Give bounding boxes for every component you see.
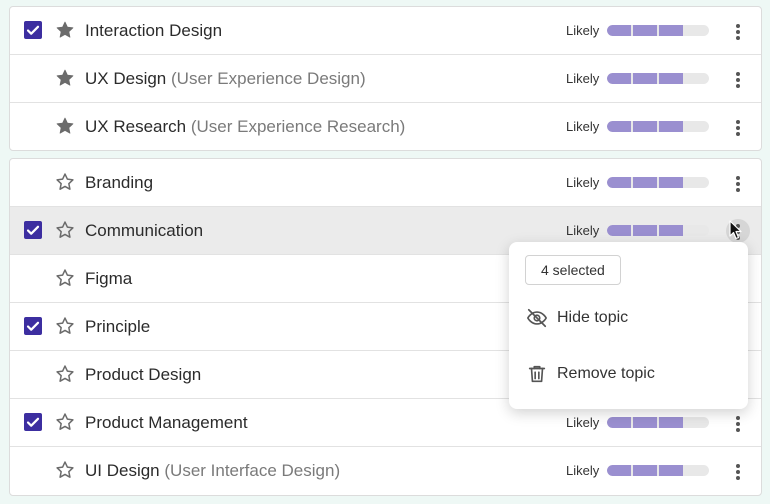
topic-name: Branding (85, 173, 153, 193)
row-checkbox[interactable] (24, 21, 42, 39)
strength-meter-segment (633, 25, 657, 36)
topic-name: Communication (85, 221, 203, 241)
mouse-pointer-icon (729, 220, 742, 240)
strength-label: Likely (566, 463, 600, 478)
strength-meter (607, 465, 709, 476)
strength-meter (607, 417, 709, 428)
more-options-icon[interactable] (726, 459, 750, 483)
more-options-icon[interactable] (726, 67, 750, 91)
star-filled-icon[interactable] (55, 68, 75, 88)
strength-label: Likely (566, 119, 600, 134)
strength-meter-segment (633, 417, 657, 428)
topic-name: UX Research (User Experience Research) (85, 117, 405, 137)
more-options-icon[interactable] (726, 19, 750, 43)
checkmark-icon (26, 225, 40, 235)
topic-title: Principle (85, 317, 151, 336)
strength-meter-segment (659, 225, 683, 236)
strength-meter-segment (607, 465, 631, 476)
strength-meter (607, 25, 709, 36)
strength-meter-segment (607, 121, 631, 132)
strength-meter-segment (659, 177, 683, 188)
star-filled-icon[interactable] (55, 116, 75, 136)
topic-group-starred: Interaction Design Likely UX Design (User … (9, 6, 762, 151)
strength-meter (607, 121, 709, 132)
topic-title: UX Research (85, 117, 187, 136)
star-outline-icon[interactable] (55, 172, 75, 192)
strength-meter (607, 177, 709, 188)
eye-off-icon (527, 308, 547, 328)
topic-name: Interaction Design (85, 21, 222, 41)
topic-title: Figma (85, 269, 133, 288)
strength-meter-segment (607, 225, 631, 236)
star-outline-icon[interactable] (55, 412, 75, 432)
checkmark-icon (26, 321, 40, 331)
checkmark-icon (26, 417, 40, 427)
row-checkbox[interactable] (24, 413, 42, 431)
star-outline-icon[interactable] (55, 316, 75, 336)
strength-meter (607, 225, 709, 236)
strength-meter-segment (659, 25, 683, 36)
remove-topic-label: Remove topic (557, 365, 655, 382)
topic-alias: (User Experience Design) (171, 69, 366, 88)
strength-meter-segment (659, 465, 683, 476)
star-outline-icon[interactable] (55, 220, 75, 240)
strength-meter-segment (607, 73, 631, 84)
topic-row[interactable]: UX Research (User Experience Research) Li… (10, 103, 761, 150)
strength-meter-segment (659, 121, 683, 132)
checkmark-icon (26, 25, 40, 35)
more-options-icon[interactable] (726, 411, 750, 435)
more-options-icon[interactable] (726, 115, 750, 139)
strength-meter-segment (607, 25, 631, 36)
star-outline-icon[interactable] (55, 460, 75, 480)
topic-row[interactable]: UI Design (User Interface Design) Likely (10, 447, 761, 495)
strength-label: Likely (566, 175, 600, 190)
topic-title: Branding (85, 173, 154, 192)
selected-count-badge: 4 selected (525, 255, 621, 285)
strength-meter-segment (607, 177, 631, 188)
strength-meter-segment (633, 73, 657, 84)
topic-title: UI Design (85, 461, 160, 480)
strength-label: Likely (566, 23, 600, 38)
strength-meter (607, 73, 709, 84)
strength-meter-segment (659, 73, 683, 84)
star-filled-icon[interactable] (55, 20, 75, 40)
topic-name: Principle (85, 317, 150, 337)
topic-row[interactable]: UX Design (User Experience Design) Likely (10, 55, 761, 103)
strength-meter-segment (633, 121, 657, 132)
star-outline-icon[interactable] (55, 268, 75, 288)
more-options-icon[interactable] (726, 171, 750, 195)
topic-title: Communication (85, 221, 204, 240)
topic-row[interactable]: Branding Likely (10, 159, 761, 207)
topic-title: Interaction Design (85, 21, 223, 40)
strength-meter-segment (633, 177, 657, 188)
topic-name: Figma (85, 269, 132, 289)
row-checkbox[interactable] (24, 221, 42, 239)
topic-context-menu: 4 selected Hide topic Remove topic (509, 242, 748, 409)
strength-meter-segment (607, 417, 631, 428)
hide-topic-label: Hide topic (557, 309, 629, 326)
topic-alias: (User Experience Research) (190, 117, 406, 136)
topic-alias: (User Interface Design) (164, 461, 341, 480)
strength-meter-segment (633, 225, 657, 236)
strength-label: Likely (566, 223, 600, 238)
topic-name: Product Design (85, 365, 201, 385)
strength-label: Likely (566, 415, 600, 430)
topic-row[interactable]: Interaction Design Likely (10, 7, 761, 55)
strength-meter-segment (633, 465, 657, 476)
topic-name: Product Management (85, 413, 248, 433)
topic-name: UX Design (User Experience Design) (85, 69, 366, 89)
topic-name: UI Design (User Interface Design) (85, 461, 340, 481)
hide-topic-menu-item[interactable]: Hide topic (509, 296, 748, 340)
star-outline-icon[interactable] (55, 364, 75, 384)
trash-icon (528, 365, 546, 383)
row-checkbox[interactable] (24, 317, 42, 335)
topic-title: Product Management (85, 413, 248, 432)
strength-meter-segment (659, 417, 683, 428)
topic-title: Product Design (85, 365, 202, 384)
remove-topic-menu-item[interactable]: Remove topic (509, 352, 748, 396)
topic-title: UX Design (85, 69, 167, 88)
strength-label: Likely (566, 71, 600, 86)
